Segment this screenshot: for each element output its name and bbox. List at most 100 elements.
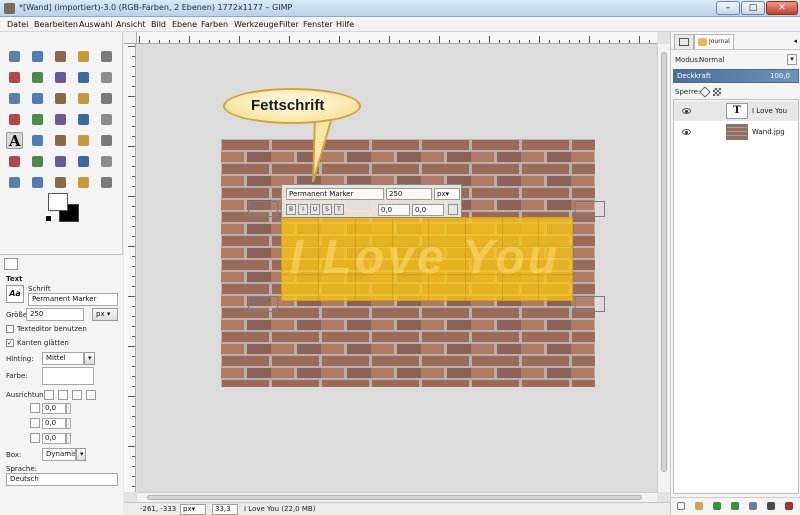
visibility-eye-icon[interactable] — [682, 108, 691, 114]
letter-spacing-spin-button[interactable] — [66, 433, 71, 444]
eraser-tool-icon[interactable] — [6, 153, 23, 170]
perspective-clone-tool-icon[interactable] — [98, 153, 115, 170]
text-box-handle-bottom-left[interactable] — [248, 296, 278, 312]
paintbrush-tool-icon[interactable] — [98, 132, 115, 149]
chevron-down-icon[interactable]: ▾ — [76, 448, 86, 461]
lock-alpha-icon[interactable] — [713, 88, 721, 96]
line-spacing-spin-button[interactable] — [66, 418, 71, 429]
indent-spin-button[interactable] — [66, 403, 71, 414]
zoom-tool-icon[interactable] — [98, 69, 115, 86]
pencil-tool-icon[interactable] — [75, 132, 92, 149]
vertical-scrollbar[interactable] — [657, 44, 670, 492]
menu-werkzeuge[interactable]: Werkzeuge — [234, 20, 278, 29]
flip-tool-icon[interactable] — [75, 111, 92, 128]
lower-layer-icon[interactable] — [731, 502, 739, 510]
font-field[interactable]: Permanent Marker — [28, 293, 118, 306]
color-picker-tool-icon[interactable] — [75, 69, 92, 86]
select-by-color-tool-icon[interactable] — [98, 48, 115, 65]
gradient-tool-icon[interactable] — [52, 132, 69, 149]
foreground-select-tool-icon[interactable] — [29, 69, 46, 86]
bucket-fill-tool-icon[interactable] — [75, 174, 92, 191]
menu-farben[interactable]: Farben — [201, 20, 228, 29]
menu-ansicht[interactable]: Ansicht — [116, 20, 146, 29]
dock-menu-icon[interactable]: ◂ — [793, 37, 797, 45]
scale-tool-icon[interactable] — [6, 111, 23, 128]
fuzzy-select-tool-icon[interactable] — [75, 48, 92, 65]
ruler-corner[interactable] — [124, 32, 137, 44]
anchor-layer-icon[interactable] — [767, 502, 775, 510]
raise-layer-icon[interactable] — [713, 502, 721, 510]
style-editor-size-field[interactable]: 250 — [386, 188, 432, 200]
vertical-ruler[interactable] — [124, 44, 136, 492]
hinting-dropdown[interactable]: Mittel — [42, 352, 84, 365]
text-layer-box[interactable]: I Love You — [281, 217, 574, 302]
chevron-down-icon[interactable]: ▾ — [84, 352, 95, 365]
justify-center-icon[interactable] — [72, 390, 82, 400]
size-unit-dropdown[interactable]: px ▾ — [92, 308, 118, 321]
box-dropdown[interactable]: Dynamisch — [42, 448, 76, 461]
menu-auswahl[interactable]: Auswahl — [79, 20, 112, 29]
baseline-field[interactable]: 0,0 — [378, 204, 410, 216]
fg-bg-colors[interactable] — [45, 193, 85, 225]
language-field[interactable]: Deutsch — [6, 473, 118, 486]
free-select-tool-icon[interactable] — [52, 48, 69, 65]
heal-tool-icon[interactable] — [29, 132, 46, 149]
tool-options-tab[interactable] — [4, 258, 18, 270]
align-tool-icon[interactable] — [52, 90, 69, 107]
clear-style-button[interactable]: T — [334, 204, 344, 215]
text-box-handle-bottom-right[interactable] — [575, 296, 605, 312]
justify-right-icon[interactable] — [58, 390, 68, 400]
text-color-button[interactable] — [42, 367, 94, 385]
font-preview-icon[interactable]: Aa — [6, 285, 24, 303]
image-canvas[interactable]: I Love You Permanent Marker 250 px▾ B I … — [137, 44, 657, 492]
line-spacing-field[interactable]: 0,0 — [42, 418, 66, 429]
perspective-tool-icon[interactable] — [52, 111, 69, 128]
move-tool-icon[interactable] — [29, 90, 46, 107]
zoom-dropdown[interactable]: 33,3 % — [212, 504, 238, 515]
horizontal-ruler[interactable] — [137, 32, 657, 44]
opacity-slider[interactable]: Deckkraft 100,0 — [673, 69, 799, 83]
cage-transform-tool-icon[interactable] — [98, 111, 115, 128]
new-layer-icon[interactable] — [677, 502, 685, 510]
menu-fenster[interactable]: Fenster — [303, 20, 333, 29]
mode-dropdown[interactable]: Normal — [699, 56, 724, 64]
ellipse-select-tool-icon[interactable] — [29, 48, 46, 65]
chevron-down-icon[interactable]: ▾ — [787, 54, 797, 65]
text-color-swatch[interactable] — [448, 204, 458, 215]
visibility-eye-icon[interactable] — [682, 129, 691, 135]
layer-row-image[interactable]: Wand.jpg — [674, 122, 798, 142]
tab-journal[interactable]: Journal — [694, 34, 734, 49]
ink-tool-icon[interactable] — [52, 153, 69, 170]
shear-tool-icon[interactable] — [29, 111, 46, 128]
unit-dropdown[interactable]: px▾ — [180, 504, 206, 515]
menu-bearbeiten[interactable]: Bearbeiten — [34, 20, 78, 29]
underline-button[interactable]: U — [310, 204, 320, 215]
path-tool-tool-icon[interactable] — [98, 174, 115, 191]
minimize-button[interactable]: – — [716, 1, 740, 15]
text-tool-icon[interactable]: A — [6, 132, 23, 150]
style-editor-font-field[interactable]: Permanent Marker — [286, 188, 384, 200]
paths-tool-icon[interactable] — [52, 69, 69, 86]
menu-bild[interactable]: Bild — [151, 20, 166, 29]
layer-row-text[interactable]: T I Love You — [674, 101, 798, 121]
menu-hilfe[interactable]: Hilfe — [336, 20, 354, 29]
blur-sharpen-tool-icon[interactable] — [52, 174, 69, 191]
horizontal-scrollbar[interactable] — [137, 492, 657, 502]
italic-button[interactable]: I — [298, 204, 308, 215]
text-box-handle-top-right[interactable] — [575, 201, 605, 217]
antialias-checkbox[interactable]: ✓ — [6, 339, 14, 347]
smudge-tool-icon[interactable] — [6, 174, 23, 191]
menu-datei[interactable]: Datei — [7, 20, 28, 29]
justify-fill-icon[interactable] — [86, 390, 96, 400]
reset-colors-icon[interactable] — [45, 215, 52, 222]
strikethrough-button[interactable]: S — [322, 204, 332, 215]
scroll-thumb[interactable] — [661, 52, 667, 472]
foreground-color-swatch[interactable] — [48, 193, 68, 211]
dodge-burn-tool-icon[interactable] — [29, 174, 46, 191]
size-field[interactable]: 250 — [26, 308, 84, 321]
kerning-field[interactable]: 0,0 — [412, 204, 444, 216]
duplicate-layer-icon[interactable] — [749, 502, 757, 510]
maximize-button[interactable]: □ — [741, 1, 765, 15]
text-editor-checkbox[interactable] — [6, 325, 14, 333]
style-editor-unit-dropdown[interactable]: px▾ — [434, 188, 460, 200]
